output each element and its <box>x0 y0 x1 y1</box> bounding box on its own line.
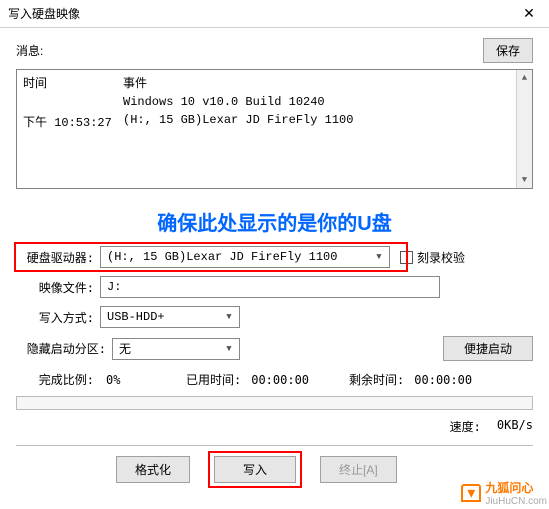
abort-button: 终止[A] <box>320 456 397 483</box>
chevron-down-icon: ▼ <box>371 252 387 262</box>
write-mode-label: 写入方式: <box>16 309 94 326</box>
watermark-url: JiuHuCN.com <box>485 496 547 507</box>
progress-label: 完成比例: <box>16 371 94 388</box>
scroll-down-icon[interactable]: ▼ <box>517 172 532 188</box>
format-button[interactable]: 格式化 <box>116 456 190 483</box>
write-mode-dropdown[interactable]: USB-HDD+ ▼ <box>100 306 240 328</box>
verify-checkbox-wrap[interactable]: 刻录校验 <box>400 249 465 266</box>
log-col-time: 时间 <box>23 74 123 91</box>
annotation-text: 确保此处显示的是你的U盘 <box>16 207 533 236</box>
drive-label: 硬盘驱动器: <box>16 249 94 266</box>
close-icon: ✕ <box>523 5 535 22</box>
scrollbar-vertical[interactable]: ▲ ▼ <box>516 70 532 188</box>
progress-value: 0% <box>106 373 156 387</box>
scroll-up-icon[interactable]: ▲ <box>517 70 532 86</box>
hidden-part-value: 无 <box>119 340 131 357</box>
save-button[interactable]: 保存 <box>483 38 533 63</box>
remain-label: 剩余时间: <box>349 371 404 388</box>
easy-boot-button[interactable]: 便捷启动 <box>443 336 533 361</box>
elapsed-label: 已用时间: <box>186 371 241 388</box>
log-event-2: (H:, 15 GB)Lexar JD FireFly 1100 <box>123 113 353 130</box>
write-button[interactable]: 写入 <box>214 456 296 483</box>
message-label: 消息: <box>16 42 43 59</box>
log-time-2: 下午 10:53:27 <box>23 113 123 130</box>
image-file-value: J: <box>107 280 121 294</box>
speed-label: 速度: <box>450 418 481 435</box>
hidden-part-dropdown[interactable]: 无 ▼ <box>112 338 240 360</box>
close-button[interactable]: ✕ <box>509 0 549 28</box>
verify-checkbox[interactable] <box>400 251 413 264</box>
log-box: 时间 事件 Windows 10 v10.0 Build 10240 下午 10… <box>16 69 533 189</box>
chevron-down-icon: ▼ <box>221 344 237 354</box>
write-mode-value: USB-HDD+ <box>107 310 165 324</box>
log-time-1 <box>23 95 123 109</box>
drive-dropdown[interactable]: (H:, 15 GB)Lexar JD FireFly 1100 ▼ <box>100 246 390 268</box>
log-event-1: Windows 10 v10.0 Build 10240 <box>123 95 325 109</box>
image-label: 映像文件: <box>16 279 94 296</box>
verify-label: 刻录校验 <box>417 249 465 266</box>
log-col-event: 事件 <box>123 74 147 91</box>
titlebar: 写入硬盘映像 ✕ <box>0 0 549 28</box>
window-title: 写入硬盘映像 <box>8 5 80 22</box>
elapsed-value: 00:00:00 <box>251 373 309 387</box>
remain-value: 00:00:00 <box>414 373 472 387</box>
drive-value: (H:, 15 GB)Lexar JD FireFly 1100 <box>107 250 337 264</box>
watermark-name: 九狐问心 <box>485 479 547 496</box>
watermark: ▾ 九狐问心 JiuHuCN.com <box>461 479 547 507</box>
chevron-down-icon: ▼ <box>221 312 237 322</box>
fox-icon: ▾ <box>461 484 481 502</box>
progress-bar <box>16 396 533 410</box>
hidden-part-label: 隐藏启动分区: <box>16 340 106 357</box>
speed-value: 0KB/s <box>497 418 533 435</box>
image-file-input[interactable]: J: <box>100 276 440 298</box>
